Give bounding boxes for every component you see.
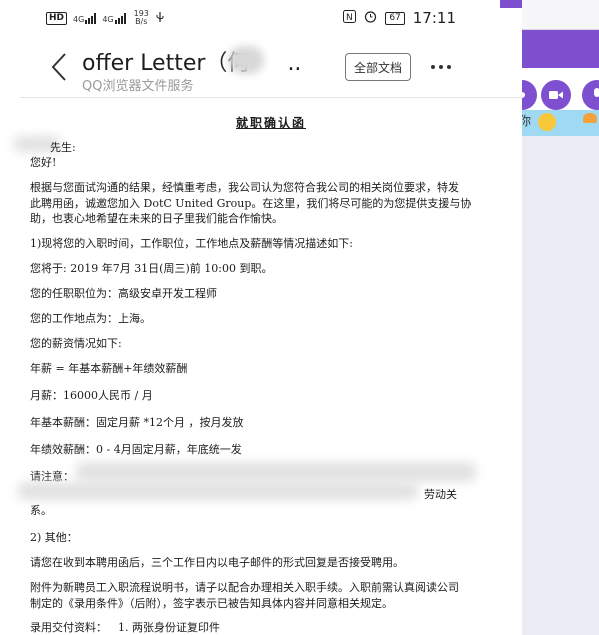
network-speed: 193 B/s bbox=[133, 9, 149, 26]
clock: 17:11 bbox=[412, 9, 456, 27]
note-end: 劳动关 bbox=[424, 488, 457, 501]
document-title: offer Letter（何.. bbox=[82, 51, 302, 76]
redacted-title-part bbox=[228, 46, 264, 74]
back-button[interactable] bbox=[46, 50, 72, 84]
note-end-2: 系。 bbox=[30, 504, 52, 517]
annual-salary: 年薪 = 年基本薪酬+年绩效薪酬 bbox=[30, 362, 188, 375]
annual-performance-salary: 年绩效薪酬：0 - 4月固定月薪，年底统一发 bbox=[30, 443, 242, 456]
document-page: 就职确认函 先生: 您好! 根据与您面试沟通的结果，经慎重考虑，我公司认为您符合… bbox=[14, 98, 522, 635]
paragraph-1-line-2: 此聘用函，诚邀您加入 DotC United Group。在这里，我们将尽可能的… bbox=[30, 197, 472, 210]
usb-icon bbox=[155, 11, 165, 26]
video-icon[interactable] bbox=[541, 80, 571, 110]
attachment-line-1: 附件为新聘员工入职流程说明书，请子以配合办理相关入职手续。入职前需认真阅读公司 bbox=[30, 581, 459, 594]
background-app-header bbox=[522, 30, 599, 68]
attachment-line-2: 制定的《录用条件》（后附），签字表示已被告知具体内容并同意相关规定。 bbox=[30, 597, 393, 610]
section-2-heading: 2) 其他： bbox=[30, 531, 78, 544]
redacted-note-line-1 bbox=[76, 462, 476, 482]
sticker-icon bbox=[583, 113, 597, 123]
smile-emoji-icon bbox=[538, 113, 556, 131]
document-heading: 就职确认函 bbox=[235, 116, 306, 130]
more-icon bbox=[431, 65, 435, 69]
materials-item-1: 1. 两张身份证复印件 bbox=[118, 621, 220, 634]
chevron-left-icon bbox=[51, 53, 66, 81]
location-text: 您的工作地点为：上海。 bbox=[30, 312, 151, 325]
signal-2: 4G bbox=[102, 12, 126, 24]
battery-indicator: 67 bbox=[385, 11, 405, 25]
monthly-salary: 月薪：16000人民币 / 月 bbox=[30, 389, 153, 402]
salary-intro: 您的薪资情况如下: bbox=[30, 337, 122, 350]
signal-bars-icon bbox=[114, 12, 126, 24]
svg-text:N: N bbox=[346, 13, 353, 23]
greeting: 先生: bbox=[50, 141, 76, 154]
redacted-note-line-2 bbox=[18, 482, 418, 500]
signal-bars-icon bbox=[85, 12, 97, 24]
more-button[interactable] bbox=[424, 52, 458, 82]
materials-label: 录用交付资料： bbox=[30, 621, 107, 634]
viewer-header: offer Letter（何.. QQ浏览器文件服务 全部文档 bbox=[20, 36, 522, 98]
reply-instruction: 请您在收到本聘用函后，三个工作日内以电子邮件的形式回复是否接受聘用。 bbox=[30, 556, 404, 569]
paragraph-1-line-3: 助，也衷心地希望在未来的日子里我们能合作愉快。 bbox=[30, 212, 283, 225]
alarm-icon bbox=[364, 10, 377, 27]
nfc-icon: N bbox=[343, 9, 357, 27]
signal-1: 4G bbox=[73, 12, 97, 24]
position-text: 您的任职职位为：高级安卓开发工程师 bbox=[30, 287, 217, 300]
annual-base-salary: 年基本薪酬：固定月薪 *12个月 ，按月发放 bbox=[30, 416, 244, 429]
document-source: QQ浏览器文件服务 bbox=[82, 79, 194, 94]
hd-indicator: HD bbox=[46, 11, 68, 25]
paragraph-1-line-1: 根据与您面试沟通的结果，经慎重考虑，我公司认为您符合我公司的相关岗位要求，特发 bbox=[30, 181, 459, 194]
phone-screen: HD 4G 4G 193 B/s N 67 17:11 offer Letter… bbox=[14, 0, 522, 635]
background-app-titlebar bbox=[522, 0, 599, 30]
start-date: 您将于: 2019 年7月 31日(周三)前 10:00 到职。 bbox=[30, 262, 273, 275]
section-1-heading: 1)现将您的入职时间，工作职位，工作地点及薪酬等情况描述如下: bbox=[30, 237, 353, 250]
all-documents-button[interactable]: 全部文档 bbox=[345, 53, 411, 81]
background-app-edge bbox=[500, 0, 522, 8]
hello-text: 您好! bbox=[30, 156, 57, 169]
status-bar: HD 4G 4G 193 B/s N 67 17:11 bbox=[20, 0, 522, 36]
